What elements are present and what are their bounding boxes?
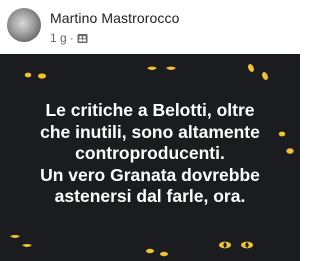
meta-separator: ·: [69, 31, 74, 45]
post-background: Le critiche a Belotti, oltre che inutili…: [0, 54, 300, 261]
friends-icon[interactable]: [77, 33, 88, 44]
eyes-icon: [146, 248, 168, 257]
post-time[interactable]: 1 g: [50, 31, 67, 45]
eyes-icon: [10, 235, 32, 247]
eyes-icon: [219, 241, 253, 249]
post-header: Martino Mastrorocco 1 g ·: [0, 0, 300, 54]
author-name[interactable]: Martino Mastrorocco: [50, 10, 180, 26]
eyes-icon: [24, 72, 46, 79]
post-meta: 1 g ·: [50, 31, 88, 45]
post-text: Le critiche a Belotti, oltre che inutili…: [40, 100, 260, 206]
avatar[interactable]: [7, 8, 41, 42]
eyes-icon: [248, 64, 268, 80]
eyes-icon: [147, 66, 176, 70]
